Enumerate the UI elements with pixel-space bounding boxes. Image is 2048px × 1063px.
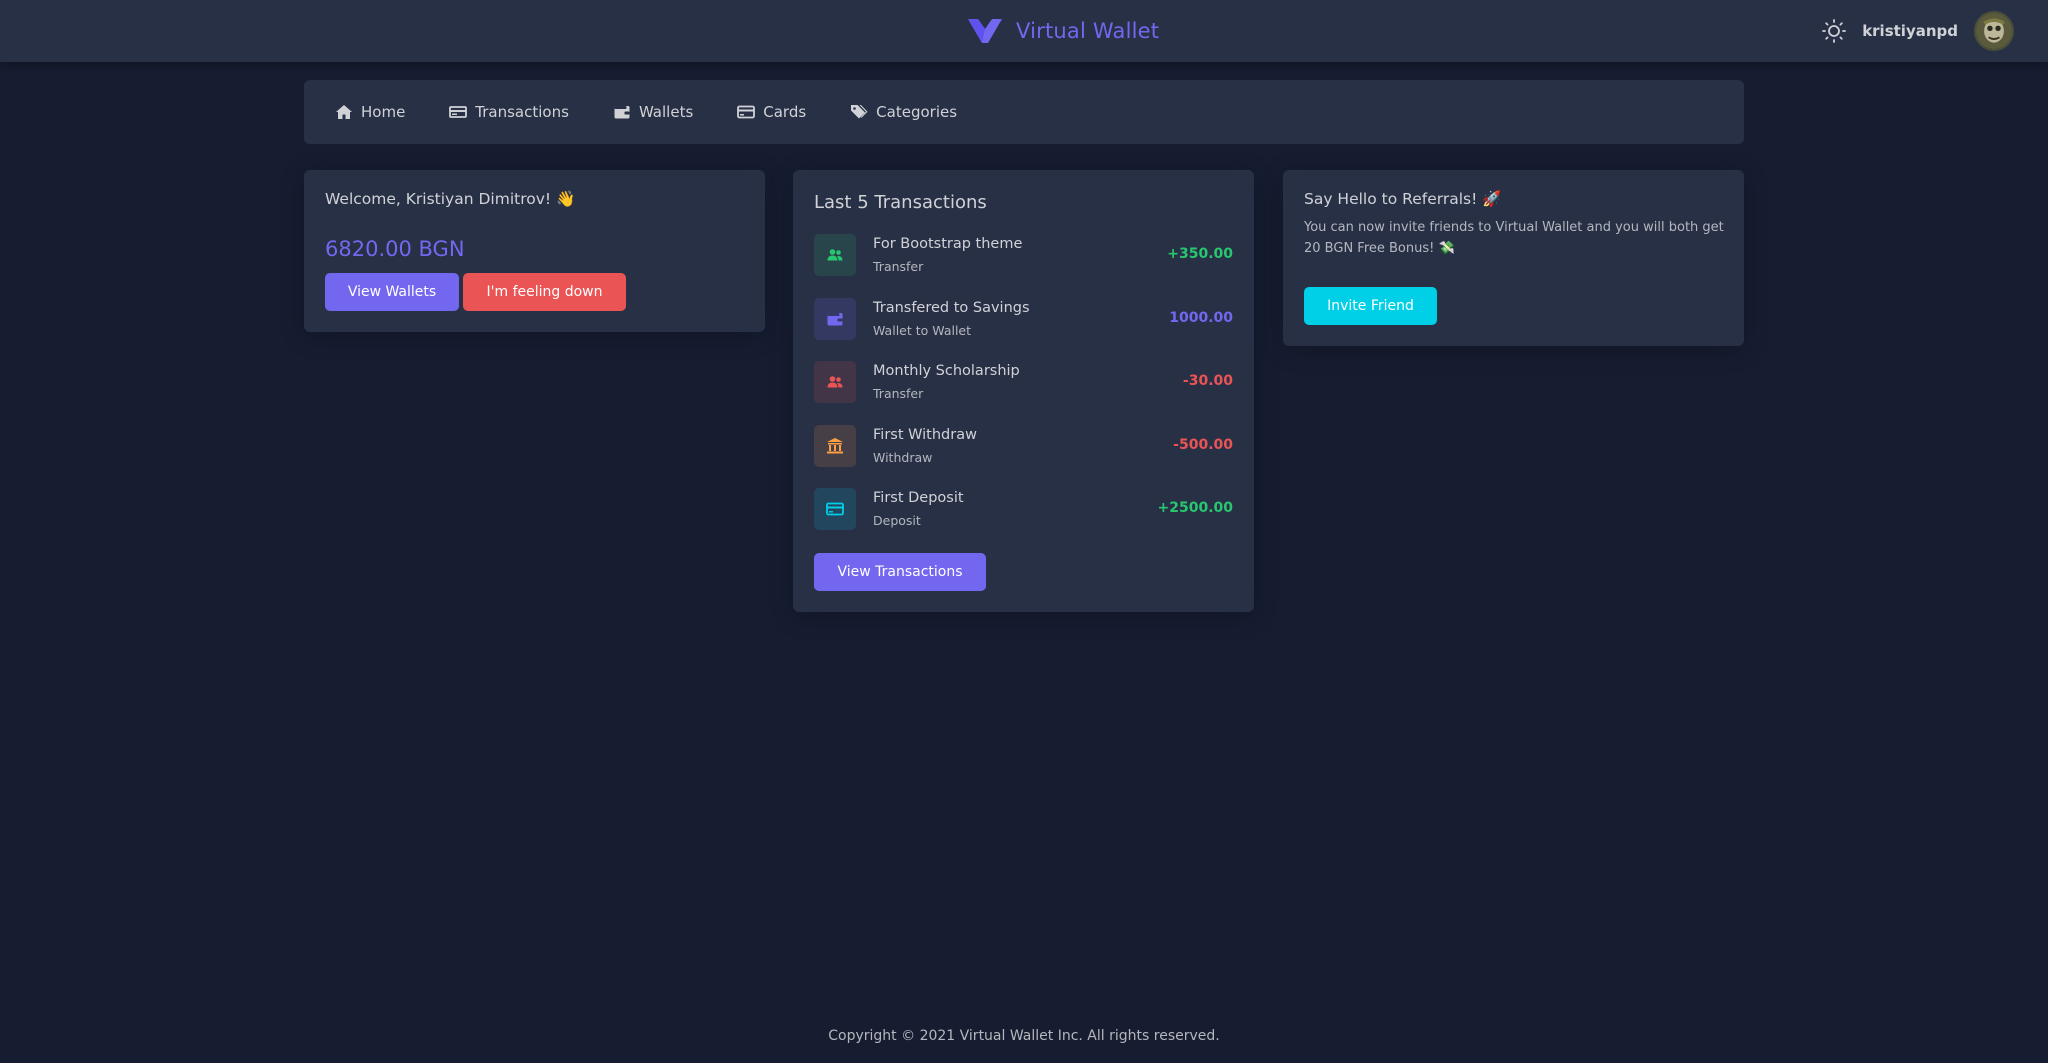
brand-name: Virtual Wallet	[1016, 19, 1160, 43]
wallet-icon	[614, 106, 630, 119]
transaction-row[interactable]: First Withdraw Withdraw -500.00	[814, 424, 1233, 489]
view-transactions-button[interactable]: View Transactions	[814, 553, 986, 591]
welcome-card: Welcome, Kristiyan Dimitrov! 👋 6820.00 B…	[304, 170, 765, 332]
sun-icon[interactable]	[1822, 19, 1847, 43]
transaction-row[interactable]: For Bootstrap theme Transfer +350.00	[814, 234, 1233, 298]
avatar[interactable]	[1974, 11, 2014, 51]
transactions-list: For Bootstrap theme Transfer +350.00 Tra…	[814, 234, 1233, 552]
transaction-icon-box	[814, 424, 856, 467]
transaction-name: First Deposit	[873, 490, 964, 506]
invite-friend-button[interactable]: Invite Friend	[1304, 287, 1437, 325]
referral-text: You can now invite friends to Virtual Wa…	[1304, 220, 1724, 256]
users-icon	[827, 376, 843, 388]
transaction-row[interactable]: Transfered to Savings Wallet to Wallet 1…	[814, 297, 1233, 362]
nav-item-wallets[interactable]: Wallets	[613, 103, 693, 121]
tags-icon	[851, 105, 868, 119]
money-bill-icon	[449, 106, 468, 118]
nav-item-transactions[interactable]: Transactions	[449, 103, 569, 121]
bank-icon	[827, 437, 843, 453]
nav-item-home[interactable]: Home	[335, 103, 405, 121]
nav-item-label: Wallets	[638, 103, 694, 121]
transaction-name: First Withdraw	[873, 426, 977, 443]
welcome-title: Welcome, Kristiyan Dimitrov! 👋	[325, 190, 576, 208]
nav-item-label: Categories	[876, 103, 958, 121]
top-navbar: Virtual Wallet kristiyanpd	[0, 0, 2048, 62]
brand[interactable]: Virtual Wallet	[966, 16, 1159, 46]
transaction-amount: +350.00	[1167, 246, 1233, 262]
transaction-type: Withdraw	[873, 449, 933, 465]
nav-item-label: Cards	[763, 103, 807, 121]
nav-item-label: Transactions	[475, 103, 569, 121]
username[interactable]: kristiyanpd	[1862, 22, 1958, 40]
transaction-type: Wallet to Wallet	[873, 322, 972, 338]
transaction-name: Monthly Scholarship	[873, 363, 1020, 379]
brand-logo-icon	[968, 19, 1002, 43]
transaction-amount: +2500.00	[1157, 500, 1234, 516]
users-icon	[827, 249, 843, 261]
main-nav: Home Transactions Wallets Cards Categori…	[304, 80, 1744, 144]
transaction-amount: 1000.00	[1169, 309, 1233, 326]
transaction-row[interactable]: Monthly Scholarship Transfer -30.00	[814, 361, 1233, 425]
transaction-amount: -500.00	[1173, 436, 1233, 453]
transaction-amount: -30.00	[1182, 373, 1233, 389]
credit-card-icon	[826, 502, 844, 516]
avatar-image	[1976, 13, 2012, 49]
transactions-card: Last 5 Transactions For Bootstrap theme …	[793, 170, 1254, 612]
transaction-icon-box	[814, 488, 856, 530]
footer-copyright: Copyright © 2021 Virtual Wallet Inc. All…	[828, 1028, 1220, 1044]
transaction-name: For Bootstrap theme	[873, 236, 1023, 252]
transaction-row[interactable]: First Deposit Deposit +2500.00	[814, 488, 1233, 552]
user-area: kristiyanpd	[1822, 10, 2014, 52]
nav-item-categories[interactable]: Categories	[850, 103, 957, 121]
transaction-name: Transfered to Savings	[873, 299, 1030, 316]
transaction-icon-box	[814, 361, 856, 403]
wallet-icon	[827, 312, 843, 325]
nav-item-label: Home	[361, 103, 406, 121]
view-wallets-button[interactable]: View Wallets	[325, 273, 459, 311]
nav-item-cards[interactable]: Cards	[737, 103, 806, 121]
transaction-icon-box	[814, 297, 856, 340]
transaction-icon-box	[814, 234, 856, 276]
balance-amount: 6820.00 BGN	[325, 237, 465, 261]
feeling-down-button[interactable]: I'm feeling down	[463, 273, 626, 311]
home-icon	[336, 105, 352, 119]
transaction-type: Transfer	[873, 259, 924, 274]
credit-card-icon	[737, 105, 756, 119]
transaction-type: Transfer	[873, 386, 924, 401]
transaction-type: Deposit	[873, 513, 921, 528]
transactions-title: Last 5 Transactions	[814, 192, 987, 213]
referral-title: Say Hello to Referrals! 🚀	[1304, 190, 1502, 208]
referral-card: Say Hello to Referrals! 🚀 You can now in…	[1283, 170, 1744, 346]
